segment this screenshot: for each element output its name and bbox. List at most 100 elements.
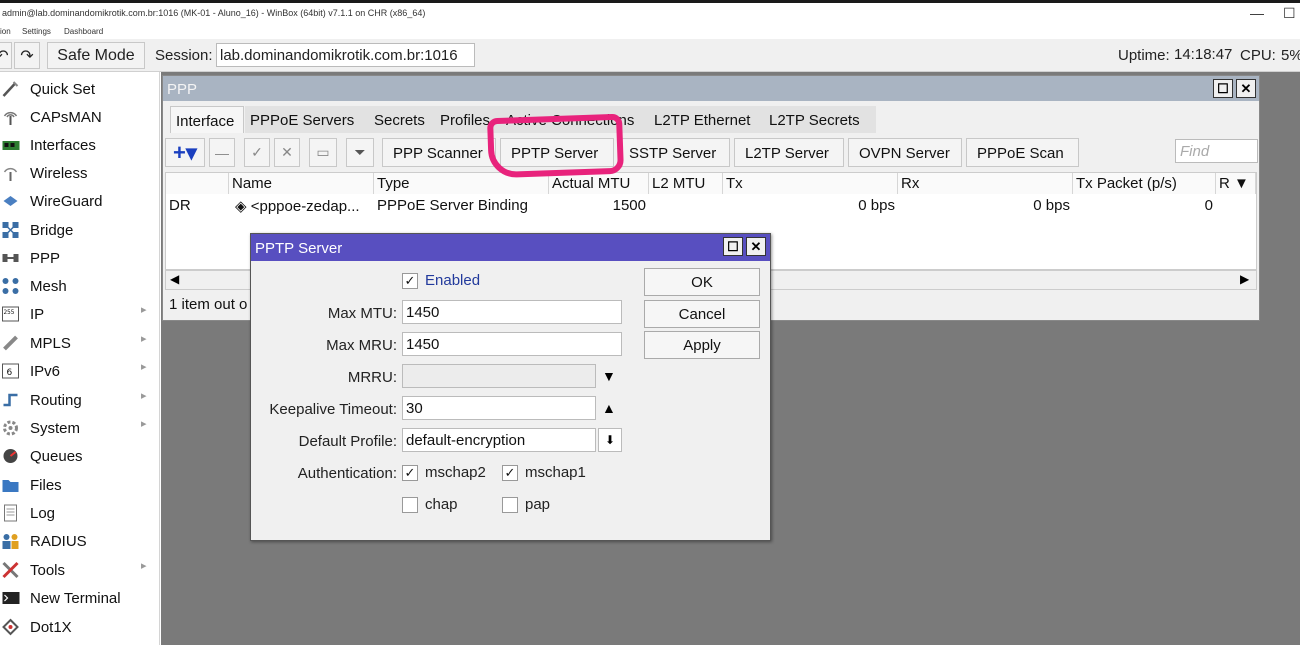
add-button[interactable]: +▾: [165, 138, 205, 167]
dialog-maximize-button[interactable]: ☐: [723, 237, 743, 256]
capsman-icon: [3, 111, 18, 125]
ovpn-server-button[interactable]: OVPN Server: [848, 138, 962, 167]
mrru-input[interactable]: [402, 364, 596, 388]
find-input[interactable]: Find: [1175, 139, 1258, 163]
sidebar-item-quick-set[interactable]: Quick Set: [0, 75, 158, 103]
column-header-name[interactable]: Name: [229, 173, 374, 194]
default-profile-select[interactable]: default-encryption: [402, 428, 596, 452]
sidebar-item-interfaces[interactable]: Interfaces: [0, 131, 158, 159]
sidebar-item-system[interactable]: System ▸: [0, 414, 158, 442]
pptp-server-button[interactable]: PPTP Server: [500, 138, 614, 167]
scroll-left-icon[interactable]: ◀: [170, 272, 179, 286]
sidebar-item-label: MPLS: [30, 335, 71, 352]
cpu-label: CPU:: [1240, 47, 1276, 64]
remove-button[interactable]: —: [209, 138, 235, 167]
mschap2-checkbox[interactable]: ✓: [402, 465, 418, 481]
enabled-checkbox[interactable]: ✓: [402, 273, 418, 289]
quickset-icon: [2, 81, 19, 97]
ppp-maximize-button[interactable]: ☐: [1213, 79, 1233, 98]
ppp-scanner-button[interactable]: PPP Scanner: [382, 138, 496, 167]
max-mru-label: Max MRU:: [326, 337, 397, 354]
interfaces-icon: [2, 141, 20, 150]
sidebar-item-ip[interactable]: 255 IP ▸: [0, 300, 158, 328]
maximize-icon[interactable]: ☐: [1283, 5, 1296, 22]
sidebar-item-bridge[interactable]: Bridge: [0, 216, 158, 244]
keepalive-input[interactable]: 30: [402, 396, 596, 420]
pap-checkbox[interactable]: [502, 497, 518, 513]
sidebar-item-mpls[interactable]: MPLS ▸: [0, 329, 158, 357]
sidebar-item-log[interactable]: Log: [0, 499, 158, 527]
column-header-flags[interactable]: [166, 173, 229, 194]
dialog-titlebar[interactable]: PPTP Server ☐ ✕: [251, 234, 770, 261]
submenu-arrow-icon: ▸: [141, 390, 147, 402]
window-titlebar: admin@lab.dominandomikrotik.com.br:1016 …: [0, 0, 1300, 24]
sstp-server-button[interactable]: SSTP Server: [618, 138, 730, 167]
ppp-close-button[interactable]: ✕: [1236, 79, 1256, 98]
tab-secrets[interactable]: Secrets: [369, 106, 435, 133]
redo-button[interactable]: ↷: [14, 42, 40, 69]
dot1x-icon: [2, 618, 19, 636]
column-header-tx-packet[interactable]: Tx Packet (p/s): [1073, 173, 1216, 194]
column-header-tx[interactable]: Tx: [723, 173, 898, 194]
ok-button[interactable]: OK: [644, 268, 760, 296]
scroll-right-icon[interactable]: ▶: [1240, 272, 1249, 286]
dialog-close-button[interactable]: ✕: [746, 237, 766, 256]
session-label: Session:: [155, 47, 213, 64]
apply-button[interactable]: Apply: [644, 331, 760, 359]
sidebar-item-queues[interactable]: Queues: [0, 442, 158, 470]
wireguard-icon: [3, 196, 18, 206]
column-header-actual-mtu[interactable]: Actual MTU: [549, 173, 649, 194]
pppoe-scan-button[interactable]: PPPoE Scan: [966, 138, 1079, 167]
sidebar-item-mesh[interactable]: Mesh: [0, 272, 158, 300]
tab-interface[interactable]: Interface: [170, 106, 244, 133]
tab-pppoe-servers[interactable]: PPPoE Servers: [245, 106, 369, 133]
menu-dashboard[interactable]: Dashboard: [64, 27, 103, 36]
menu-session[interactable]: ion: [0, 27, 11, 36]
column-menu-icon[interactable]: ▼: [1234, 175, 1249, 192]
column-header-l2-mtu[interactable]: L2 MTU: [649, 173, 723, 194]
max-mtu-input[interactable]: 1450: [402, 300, 622, 324]
undo-button[interactable]: ↶: [0, 42, 12, 69]
column-header-rx[interactable]: Rx: [898, 173, 1073, 194]
sidebar-item-radius[interactable]: RADIUS: [0, 527, 158, 555]
sidebar-item-wireless[interactable]: Wireless: [0, 159, 158, 187]
tab-profiles[interactable]: Profiles: [435, 106, 501, 133]
max-mru-input[interactable]: 1450: [402, 332, 622, 356]
profile-dropdown-button[interactable]: ⬇: [598, 428, 622, 452]
sidebar-item-ppp[interactable]: PPP: [0, 244, 158, 272]
dropdown-arrow-icon[interactable]: ▼: [602, 368, 616, 384]
sidebar-item-dot1x[interactable]: Dot1X: [0, 613, 158, 641]
sidebar-item-tools[interactable]: Tools ▸: [0, 556, 158, 584]
chap-checkbox[interactable]: [402, 497, 418, 513]
submenu-arrow-icon: ▸: [141, 333, 147, 345]
l2tp-server-button[interactable]: L2TP Server: [734, 138, 844, 167]
menu-settings[interactable]: Settings: [22, 27, 51, 36]
sidebar-item-files[interactable]: Files: [0, 471, 158, 499]
cell-tx-packet: 0: [1204, 197, 1213, 214]
minimize-icon[interactable]: —: [1250, 5, 1264, 21]
disable-button[interactable]: ✕: [274, 138, 300, 167]
tab-l2tp-secrets[interactable]: L2TP Secrets: [764, 106, 876, 133]
pptp-server-dialog: PPTP Server ☐ ✕ ✓ Enabled Max MTU: 1450 …: [250, 233, 771, 541]
sidebar-item-new-terminal[interactable]: New Terminal: [0, 584, 158, 612]
tab-l2tp-ethernet[interactable]: L2TP Ethernet: [649, 106, 764, 133]
tab-active-connections[interactable]: Active Connections: [501, 106, 649, 133]
column-header-r[interactable]: R ▼: [1216, 173, 1256, 194]
sidebar-item-wireguard[interactable]: WireGuard: [0, 187, 158, 215]
mschap1-checkbox[interactable]: ✓: [502, 465, 518, 481]
sidebar-item-routing[interactable]: Routing ▸: [0, 386, 158, 414]
svg-text:255: 255: [4, 309, 15, 316]
safe-mode-button[interactable]: Safe Mode: [47, 42, 145, 69]
sidebar-item-label: IPv6: [30, 363, 61, 380]
cancel-button[interactable]: Cancel: [644, 300, 760, 328]
sidebar-item-ipv6[interactable]: 6 IPv6 ▸: [0, 357, 158, 385]
column-header-type[interactable]: Type: [374, 173, 549, 194]
filter-icon: ⏷: [354, 144, 366, 160]
sidebar-item-capsman[interactable]: CAPsMAN: [0, 103, 158, 131]
collapse-arrow-icon[interactable]: ▲: [602, 400, 616, 416]
maximize-icon: ☐: [727, 238, 739, 254]
comment-button[interactable]: ▭: [309, 138, 337, 167]
enable-button[interactable]: ✓: [244, 138, 270, 167]
ppp-window-titlebar[interactable]: PPP ☐ ✕: [163, 76, 1259, 101]
filter-button[interactable]: ⏷: [346, 138, 374, 167]
